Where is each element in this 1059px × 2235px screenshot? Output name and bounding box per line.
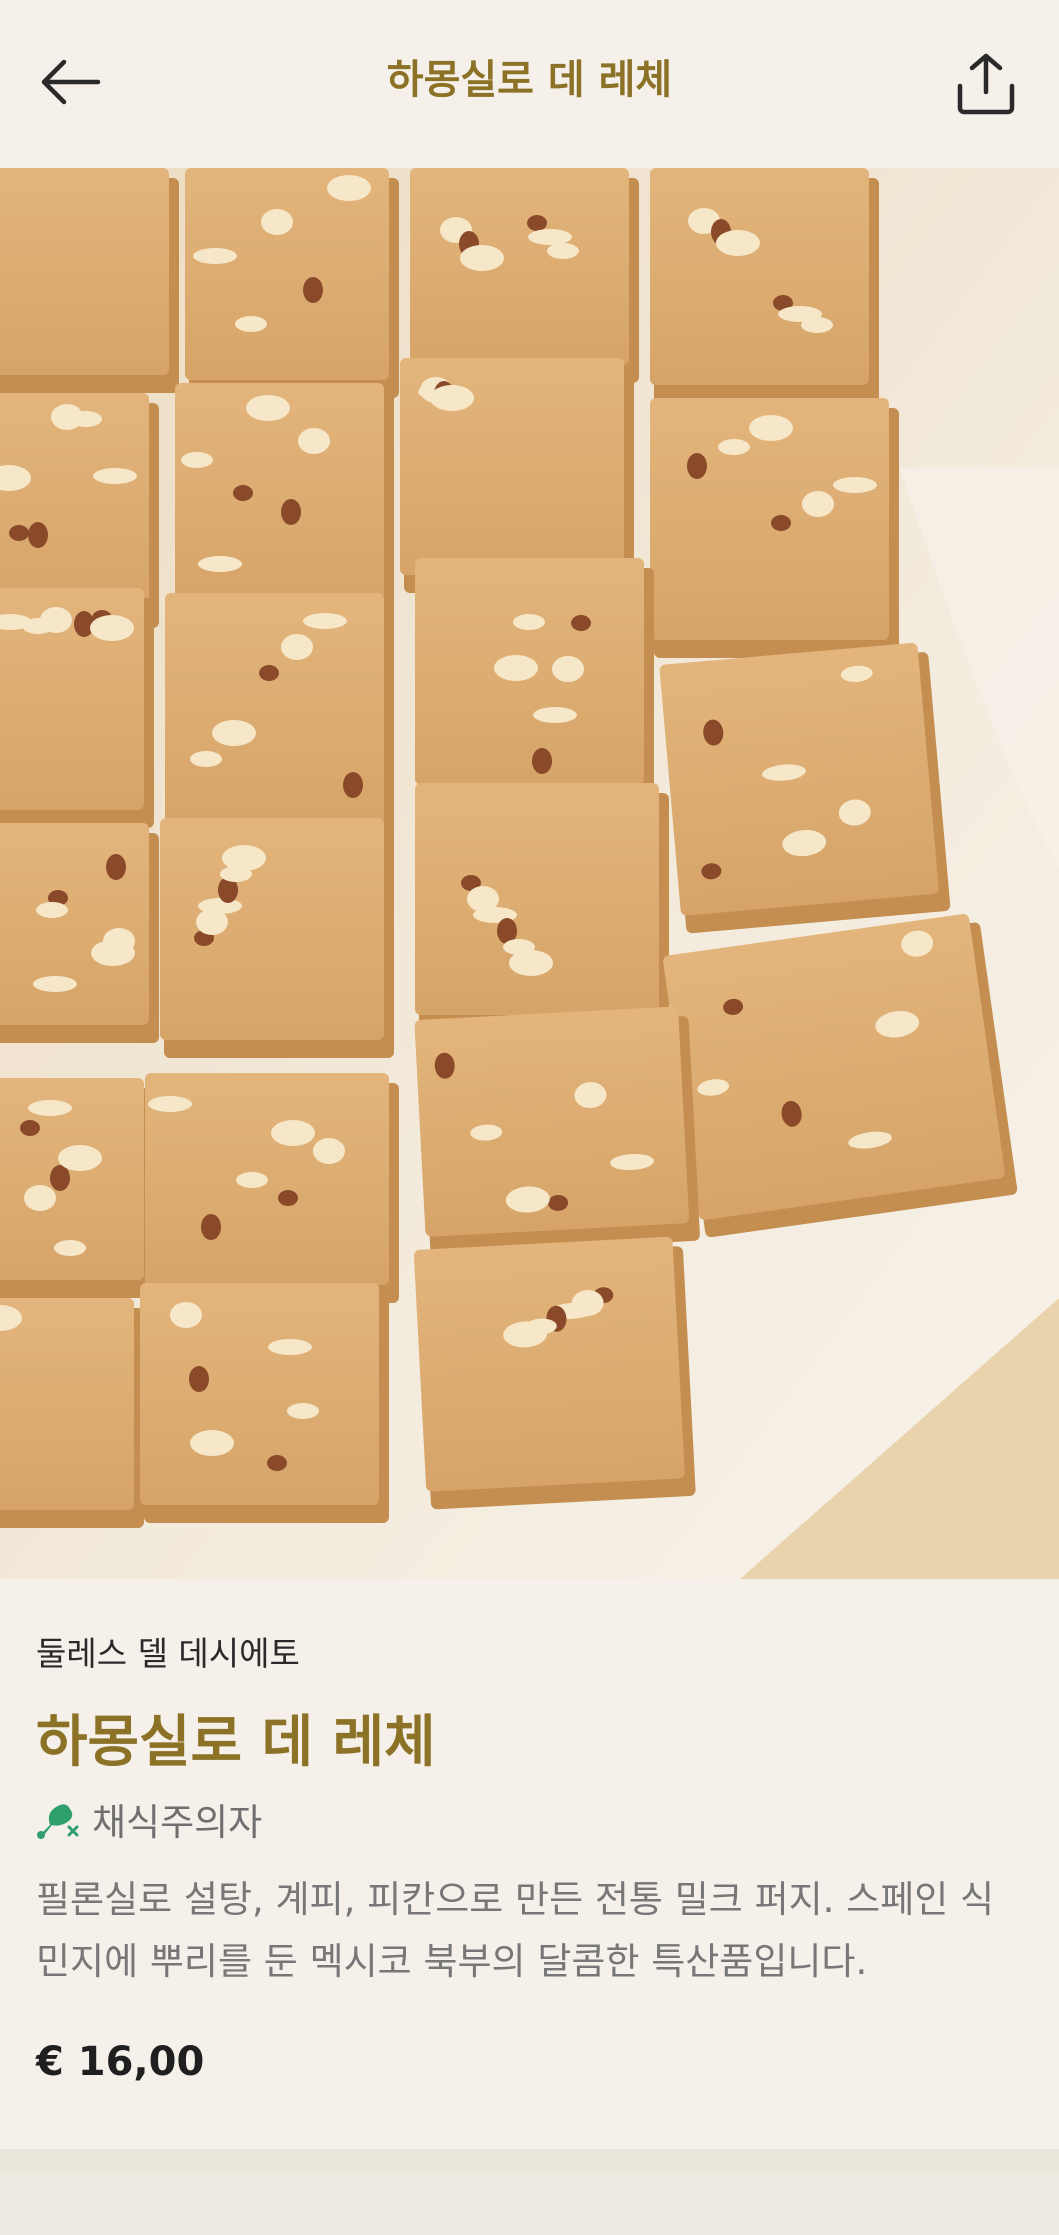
diet-tag: 채식주의자	[36, 1791, 262, 1847]
share-button[interactable]	[952, 50, 1020, 118]
divider	[0, 2149, 1059, 2173]
back-button[interactable]	[38, 55, 104, 109]
product-price: € 16,00	[36, 2039, 205, 2085]
product-description: 필론실로 설탕, 계피, 피칸으로 만든 전통 밀크 퍼지. 스페인 식민지에 …	[36, 1878, 995, 1983]
product-image	[0, 168, 1059, 1579]
vendor-name: 둘레스 델 데시에토	[36, 1634, 300, 1673]
page-title: 하몽실로 데 레체	[386, 57, 673, 103]
drumstick-crossed-icon	[37, 1804, 79, 1839]
arrow-left-icon	[41, 59, 101, 105]
top-app-bar: 하몽실로 데 레체	[0, 0, 1059, 168]
bottom-spacer	[0, 2149, 1059, 2235]
diet-label: 채식주의자	[92, 1801, 263, 1844]
product-info: 둘레스 델 데시에토 하몽실로 데 레체 채식주의자 필론실로 설탕, 계피, …	[0, 1579, 1059, 2149]
product-title: 하몽실로 데 레체	[36, 1710, 436, 1775]
share-icon	[957, 53, 1015, 115]
